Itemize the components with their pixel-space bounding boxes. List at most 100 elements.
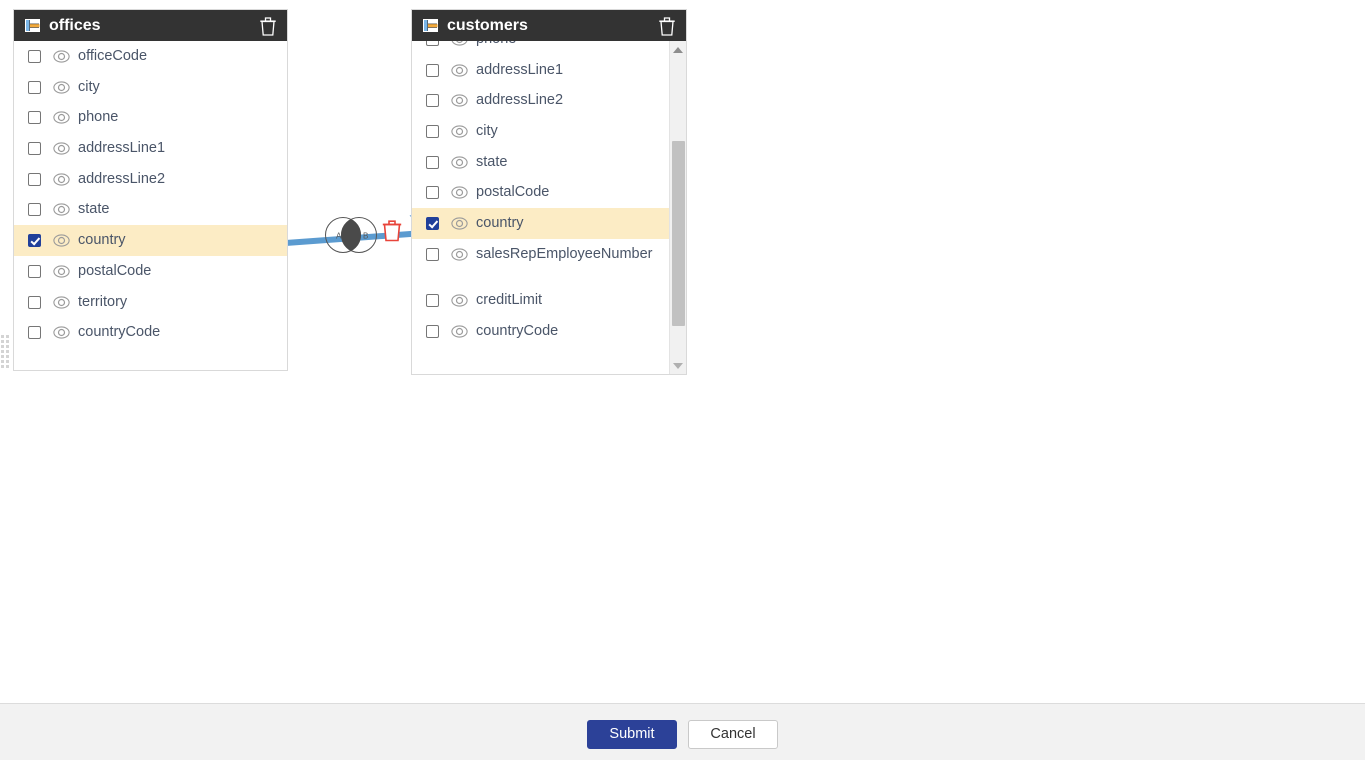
eye-icon[interactable] — [53, 81, 70, 94]
scrollbar-thumb[interactable] — [672, 141, 685, 326]
field-label: state — [476, 153, 508, 170]
field-checkbox[interactable] — [28, 80, 41, 94]
table-title-customers: customers — [447, 17, 528, 34]
eye-icon[interactable] — [451, 125, 468, 138]
field-row[interactable]: phone — [14, 102, 287, 133]
table-panel-customers[interactable]: customers phone addressLine1 addressLine2 c… — [411, 9, 687, 375]
eye-icon[interactable] — [53, 173, 70, 186]
field-label: city — [476, 123, 498, 140]
field-checkbox[interactable] — [426, 63, 439, 77]
field-row[interactable]: city — [14, 72, 287, 103]
eye-icon[interactable] — [451, 94, 468, 108]
panel-resize-handle[interactable] — [1, 335, 10, 371]
venn-label-a: A — [336, 232, 342, 241]
eye-icon[interactable] — [53, 265, 70, 278]
field-list-offices[interactable]: officeCode city phone addressLine1 addressLi… — [14, 41, 287, 370]
field-label: country — [78, 232, 126, 249]
table-icon — [25, 19, 40, 32]
field-checkbox[interactable] — [28, 142, 41, 156]
field-checkbox[interactable] — [426, 247, 439, 261]
scroll-down-arrow[interactable] — [670, 357, 686, 374]
eye-icon[interactable] — [451, 64, 468, 77]
field-label: addressLine1 — [476, 61, 564, 78]
field-row[interactable]: salesRepEmployeeNumber — [412, 239, 686, 285]
field-row[interactable]: country — [412, 208, 686, 239]
field-row[interactable]: addressLine1 — [14, 133, 287, 164]
delete-table-customers-icon[interactable] — [658, 16, 676, 36]
field-checkbox[interactable] — [426, 324, 439, 338]
field-row[interactable]: addressLine2 — [412, 85, 686, 116]
field-row[interactable]: state — [14, 194, 287, 225]
join-delete-trash-icon[interactable] — [381, 218, 403, 242]
field-row[interactable]: countryCode — [412, 316, 686, 347]
field-checkbox[interactable] — [28, 295, 41, 309]
scroll-up-arrow[interactable] — [670, 41, 686, 58]
field-row[interactable]: creditLimit — [412, 285, 686, 316]
field-label: creditLimit — [476, 291, 543, 308]
eye-icon[interactable] — [451, 324, 468, 338]
field-checkbox[interactable] — [426, 125, 439, 139]
delete-table-offices-icon[interactable] — [259, 16, 277, 36]
eye-icon[interactable] — [53, 234, 70, 247]
eye-icon[interactable] — [451, 186, 468, 200]
field-list-scrollbar[interactable] — [669, 41, 686, 374]
field-row[interactable]: city — [412, 116, 686, 147]
table-title-offices: offices — [49, 17, 101, 34]
field-row[interactable]: addressLine2 — [14, 164, 287, 195]
field-row[interactable]: state — [412, 147, 686, 178]
eye-icon[interactable] — [53, 295, 70, 309]
field-checkbox[interactable] — [28, 264, 41, 278]
field-row[interactable]: territory — [14, 287, 287, 318]
field-label: countryCode — [476, 322, 559, 339]
eye-icon[interactable] — [53, 203, 70, 217]
field-checkbox[interactable] — [426, 94, 439, 108]
field-checkbox[interactable] — [28, 326, 41, 340]
field-checkbox[interactable] — [426, 155, 439, 169]
eye-icon[interactable] — [451, 294, 468, 307]
field-label: state — [78, 201, 110, 218]
field-label: salesRepEmployeeNumber — [476, 245, 653, 262]
field-checkbox[interactable] — [28, 234, 41, 248]
table-icon — [423, 19, 438, 32]
dialog-footer: Submit Cancel — [0, 703, 1365, 760]
field-row[interactable]: phone — [412, 41, 686, 55]
eye-icon[interactable] — [53, 326, 70, 339]
field-checkbox[interactable] — [426, 293, 439, 307]
field-list-customers[interactable]: phone addressLine1 addressLine2 city state po… — [412, 41, 686, 374]
field-label: addressLine2 — [476, 92, 564, 109]
eye-icon[interactable] — [451, 41, 468, 46]
field-label: phone — [78, 109, 119, 126]
field-label: officeCode — [78, 48, 148, 64]
field-label: addressLine1 — [78, 140, 166, 157]
join-builder-canvas[interactable]: A B offices officeCode city phone addres… — [0, 0, 1365, 703]
table-panel-header-offices: offices — [14, 10, 287, 41]
field-checkbox[interactable] — [28, 172, 41, 186]
field-row[interactable]: postalCode — [14, 256, 287, 287]
field-row[interactable]: addressLine1 — [412, 55, 686, 86]
field-checkbox[interactable] — [426, 41, 439, 46]
field-checkbox[interactable] — [426, 217, 439, 231]
table-panel-offices[interactable]: offices officeCode city phone addressLine1 a… — [13, 9, 288, 371]
field-row[interactable]: officeCode — [14, 41, 287, 72]
field-row[interactable]: countryCode — [14, 317, 287, 348]
eye-icon[interactable] — [451, 156, 468, 169]
inner-join-venn-icon[interactable]: A B — [323, 214, 379, 256]
field-row[interactable]: country — [14, 225, 287, 256]
field-row[interactable]: postalCode — [412, 177, 686, 208]
eye-icon[interactable] — [53, 111, 70, 125]
field-checkbox[interactable] — [426, 186, 439, 200]
cancel-button[interactable]: Cancel — [688, 720, 778, 749]
field-label: postalCode — [78, 262, 152, 279]
submit-button[interactable]: Submit — [587, 720, 677, 749]
field-checkbox[interactable] — [28, 111, 41, 125]
field-label: phone — [476, 41, 516, 48]
field-label: postalCode — [476, 184, 550, 201]
eye-icon[interactable] — [53, 142, 70, 155]
eye-icon[interactable] — [53, 50, 70, 63]
eye-icon[interactable] — [451, 217, 468, 230]
venn-label-b: B — [363, 232, 368, 241]
field-checkbox[interactable] — [28, 50, 41, 63]
eye-icon[interactable] — [451, 248, 468, 261]
field-checkbox[interactable] — [28, 203, 41, 217]
table-panel-header-customers: customers — [412, 10, 686, 41]
